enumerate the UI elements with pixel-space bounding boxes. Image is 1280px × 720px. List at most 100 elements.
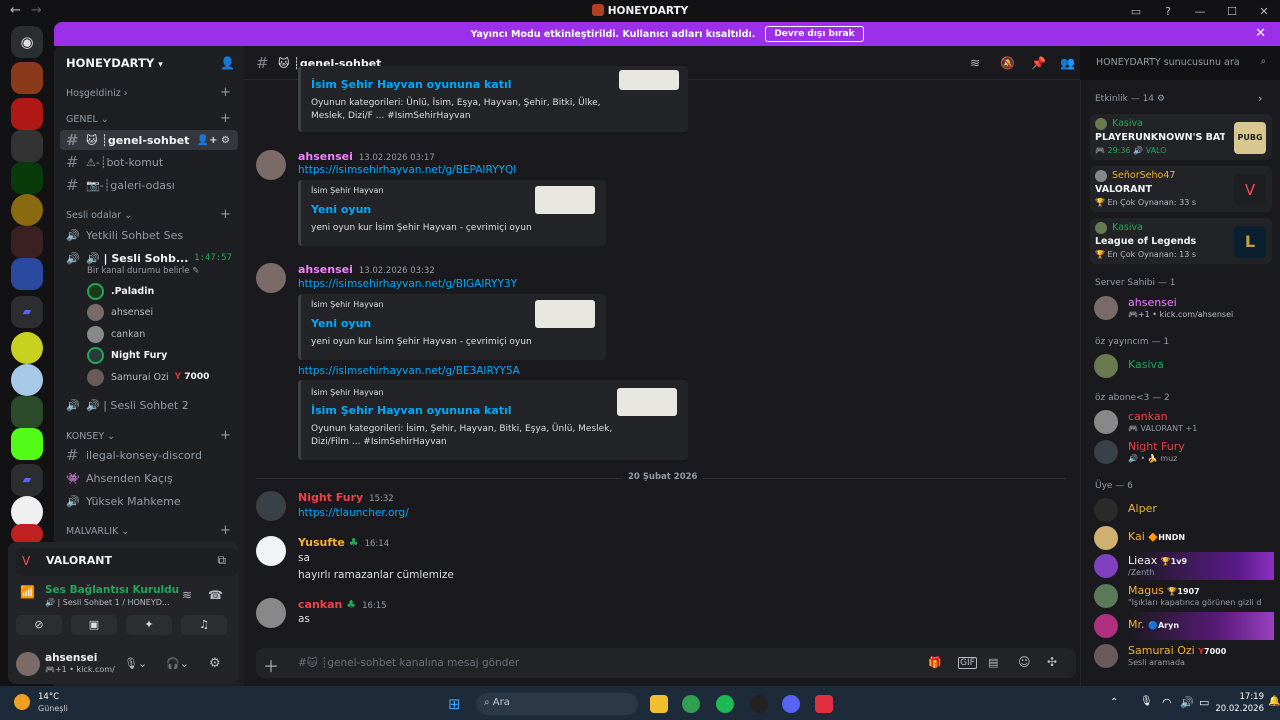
server-icon[interactable]	[11, 130, 43, 162]
category-voice[interactable]: Sesli odalar ⌄ +	[66, 207, 231, 222]
channel-galeri-odasi[interactable]: # 📷-┊galeri-odası	[60, 175, 238, 195]
pin-icon[interactable]: 📌	[1031, 56, 1046, 70]
message-author[interactable]: Night Fury 15:32	[298, 491, 394, 504]
windows-start-icon[interactable]: ⊞	[448, 695, 461, 713]
discord-home-icon[interactable]: ◉	[11, 26, 43, 58]
message-link[interactable]: https://isimsehirhayvan.net/g/BE3AIRYY5A	[298, 365, 520, 377]
file-explorer-icon[interactable]	[650, 695, 668, 713]
embed-title[interactable]: Yeni oyun	[311, 203, 371, 216]
server-name-header[interactable]: HONEYDARTY ▾	[66, 56, 163, 70]
server-icon[interactable]	[11, 524, 43, 544]
help-icon[interactable]: ?	[1152, 5, 1184, 18]
embed-title[interactable]: Yeni oyun	[311, 317, 371, 330]
notifications-muted-icon[interactable]: 🔕	[1000, 56, 1015, 70]
message-link[interactable]: https://isimsehirhayvan.net/g/BEPAIRYYQI	[298, 164, 516, 176]
message-author[interactable]: cankan ♣ 16:15	[298, 598, 387, 611]
server-icon[interactable]	[11, 226, 43, 258]
emoji-icon[interactable]: ☺	[1018, 655, 1031, 669]
voice-user[interactable]: .Paladin	[87, 282, 154, 300]
screen-share-button[interactable]: ▣	[71, 615, 117, 635]
server-icon[interactable]	[11, 258, 43, 290]
embed-thumbnail[interactable]	[617, 388, 677, 416]
embed-provider[interactable]: İsim Şehir Hayvan	[311, 388, 384, 397]
screen-share-icon[interactable]: ⧉	[217, 553, 226, 568]
member-row[interactable]: Lieax 🏆1v9 /Zenth	[1094, 552, 1274, 580]
category-malvarlik[interactable]: MALVARLIK ⌄ +	[66, 523, 231, 538]
voice-channel-sesli-sohbet-2[interactable]: 🔊 🔊 | Sesli Sohbet 2	[60, 395, 238, 415]
spotify-icon[interactable]	[716, 695, 734, 713]
avatar[interactable]	[16, 652, 40, 676]
avatar[interactable]	[256, 150, 286, 180]
server-icon-k[interactable]	[11, 98, 43, 130]
threads-icon[interactable]: ≋	[970, 56, 980, 70]
mic-icon[interactable]: 🎙	[1140, 696, 1153, 707]
folder-icon[interactable]: ▰	[11, 296, 43, 328]
member-row[interactable]: Kasiva	[1094, 352, 1274, 380]
message-author[interactable]: Yusufte ♣ 16:14	[298, 536, 389, 549]
taskbar-search[interactable]: ⌕ Ara	[476, 693, 638, 715]
channel-genel-sohbet[interactable]: # 🐱 ┊genel-sohbet 👤+ ⚙	[60, 130, 238, 150]
server-icon[interactable]	[11, 332, 43, 364]
message-link[interactable]: https://isimsehirhayvan.net/g/BIGAIRYY3Y	[298, 278, 517, 290]
channel-bot-komut[interactable]: # ⚠-┊bot-komut	[60, 152, 238, 172]
embed-title[interactable]: İsim Şehir Hayvan oyununa katıl	[311, 78, 512, 91]
sticker-icon[interactable]: ▤	[988, 656, 998, 669]
add-attachment-icon[interactable]: ＋	[263, 653, 279, 677]
member-row[interactable]: Mr. 🔵Aryn	[1094, 612, 1274, 640]
member-row[interactable]: cankan 🎮 VALORANT +1	[1094, 408, 1274, 436]
server-icon[interactable]	[11, 162, 43, 194]
kick-server-icon[interactable]	[11, 428, 43, 460]
maximize-icon[interactable]: ☐	[1216, 5, 1248, 18]
voice-channel-sesli-sohbet[interactable]: 🔊 🔊 | Sesli Sohb... 1:47:57	[60, 248, 238, 268]
activity-card[interactable]: Kasiva League of Legends 🏆 En Çok Oynana…	[1090, 218, 1272, 264]
category-konsey[interactable]: KONSEY ⌄ +	[66, 428, 231, 443]
notification-bell-icon[interactable]: 🔔	[1268, 696, 1280, 707]
activity-card[interactable]: Kasiva PLAYERUNKNOWN'S BATT... 🎮 29:36 🔊…	[1090, 114, 1272, 160]
embed-thumbnail[interactable]	[535, 186, 595, 214]
app-icon[interactable]	[750, 695, 768, 713]
headphones-icon[interactable]: 🎧⌄	[166, 657, 189, 670]
voice-user[interactable]: ahsensei	[87, 303, 153, 321]
message-author[interactable]: ahsensei 13.02.2026 03:32	[298, 263, 435, 276]
channel-ilegal-konsey[interactable]: # ilegal-konsey-discord	[60, 445, 238, 465]
noise-suppression-icon[interactable]: ≋	[182, 588, 192, 602]
voice-user[interactable]: Samurai Ozi Y 7000	[87, 368, 209, 386]
gift-icon[interactable]: 🎁	[928, 656, 942, 669]
member-row[interactable]: Alper	[1094, 496, 1274, 524]
avatar[interactable]	[256, 598, 286, 628]
app-icon[interactable]	[815, 695, 833, 713]
discord-icon[interactable]	[782, 695, 800, 713]
voice-status-hint[interactable]: Bir kanal durumu belirle ✎	[87, 266, 199, 276]
member-row[interactable]: Night Fury 🔊 • 🍌 muz	[1094, 438, 1274, 466]
message-link[interactable]: https://tlauncher.org/	[298, 507, 409, 519]
server-icon[interactable]	[11, 194, 43, 226]
server-icon[interactable]	[11, 364, 43, 396]
user-settings-icon[interactable]: ⚙	[209, 656, 221, 671]
weather-temp[interactable]: 14°C	[38, 692, 59, 702]
embed-provider[interactable]: İsim Şehir Hayvan	[311, 300, 384, 309]
gif-icon[interactable]: GIF	[958, 657, 977, 669]
embed-provider[interactable]: İsim Şehir Hayvan	[311, 186, 384, 195]
close-icon[interactable]: ✕	[1255, 26, 1266, 41]
voice-channel-path[interactable]: 🔊 | Sesli Sohbet 1 / HONEYD...	[45, 598, 170, 607]
chevron-right-icon[interactable]: ›	[1258, 92, 1262, 105]
member-row[interactable]: Kai 🔶HNDN	[1094, 524, 1274, 552]
avatar[interactable]	[256, 536, 286, 566]
member-row[interactable]: Samurai Ozi Y7000 Sesli aramada	[1094, 642, 1274, 670]
voice-channel-ahsenden-kacis[interactable]: 👾 Ahsenden Kaçış	[60, 468, 238, 488]
message-author[interactable]: ahsensei 13.02.2026 03:17	[298, 150, 435, 163]
user-name[interactable]: ahsensei	[45, 652, 97, 664]
inbox-icon[interactable]: ▭	[1120, 5, 1152, 18]
volume-icon[interactable]: 🔊	[1180, 696, 1194, 709]
clock-time[interactable]: 17:19	[1224, 692, 1265, 702]
avatar[interactable]	[256, 491, 286, 521]
voice-channel-yetkili[interactable]: 🔊 Yetkili Sohbet Ses	[60, 225, 238, 245]
embed-thumbnail[interactable]	[619, 70, 679, 90]
tray-chevron-icon[interactable]: ⌃	[1110, 697, 1118, 708]
avatar[interactable]	[256, 263, 286, 293]
camera-off-button[interactable]: ⊘	[16, 615, 62, 635]
activity-card[interactable]: SeñorSeho47 VALORANT 🏆 En Çok Oynanan: 3…	[1090, 166, 1272, 212]
minimize-icon[interactable]: —	[1184, 5, 1216, 18]
clock-date[interactable]: 20.02.2026	[1208, 704, 1264, 714]
embed-thumbnail[interactable]	[535, 300, 595, 328]
